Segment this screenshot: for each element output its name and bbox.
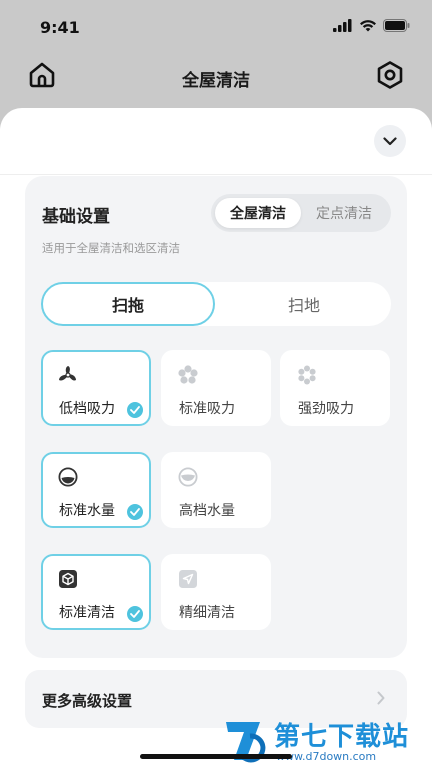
water-option-standard[interactable]: 标准水量 — [41, 452, 151, 528]
page-title: 全屋清洁 — [182, 71, 250, 91]
status-bar: 9:41 — [0, 0, 432, 52]
check-icon — [127, 402, 143, 418]
settings-sheet: 基础设置 适用于全屋清洁和选区清洁 全屋清洁 定点清洁 扫拖 扫地 低档吸力 标… — [0, 108, 432, 768]
collapse-button[interactable] — [374, 125, 406, 157]
clean-option-label: 精细清洁 — [179, 605, 235, 621]
divider — [0, 174, 432, 175]
clean-option-fine[interactable]: 精细清洁 — [161, 554, 271, 630]
scope-option-spot[interactable]: 定点清洁 — [301, 198, 387, 228]
status-icons — [333, 19, 410, 32]
water-drop-icon — [177, 466, 199, 488]
suction-option-standard[interactable]: 标准吸力 — [161, 350, 271, 426]
chevron-right-icon — [377, 691, 385, 705]
basic-settings-subtitle: 适用于全屋清洁和选区清洁 — [42, 241, 180, 255]
water-option-label: 标准水量 — [59, 503, 115, 519]
gear-icon — [377, 61, 403, 89]
water-option-high[interactable]: 高档水量 — [161, 452, 271, 528]
fan-icon — [57, 364, 79, 386]
battery-icon — [383, 19, 410, 32]
chevron-down-icon — [383, 136, 397, 145]
check-icon — [127, 504, 143, 520]
suction-option-label: 强劲吸力 — [298, 401, 354, 417]
app-header: 全屋清洁 — [0, 52, 432, 104]
suction-option-label: 标准吸力 — [179, 401, 235, 417]
fan-icon — [296, 364, 318, 386]
mode-tabs: 扫拖 扫地 — [41, 282, 391, 326]
clean-option-standard[interactable]: 标准清洁 — [41, 554, 151, 630]
clean-option-label: 标准清洁 — [59, 605, 115, 621]
tab-sweep[interactable]: 扫地 — [217, 282, 391, 326]
navigation-arrow-icon — [177, 568, 199, 590]
tab-sweep-mop[interactable]: 扫拖 — [41, 282, 215, 326]
basic-settings-title: 基础设置 — [42, 207, 110, 227]
fan-icon — [177, 364, 199, 386]
scope-option-whole-house[interactable]: 全屋清洁 — [215, 198, 301, 228]
home-indicator — [140, 754, 292, 759]
status-time: 9:41 — [40, 18, 80, 37]
suction-option-strong[interactable]: 强劲吸力 — [280, 350, 390, 426]
scope-segmented-control: 全屋清洁 定点清洁 — [211, 194, 391, 232]
water-drop-icon — [57, 466, 79, 488]
suction-option-label: 低档吸力 — [59, 401, 115, 417]
more-advanced-settings-label: 更多高级设置 — [42, 692, 133, 710]
basic-settings-card: 基础设置 适用于全屋清洁和选区清洁 全屋清洁 定点清洁 扫拖 扫地 低档吸力 标… — [25, 176, 407, 658]
watermark-text: 第七下载站 — [274, 722, 410, 752]
wifi-icon — [360, 20, 376, 32]
suction-option-low[interactable]: 低档吸力 — [41, 350, 151, 426]
water-option-label: 高档水量 — [179, 503, 235, 519]
cube-icon — [57, 568, 79, 590]
check-icon — [127, 606, 143, 622]
signal-icon — [333, 19, 352, 32]
settings-button[interactable] — [374, 59, 406, 91]
